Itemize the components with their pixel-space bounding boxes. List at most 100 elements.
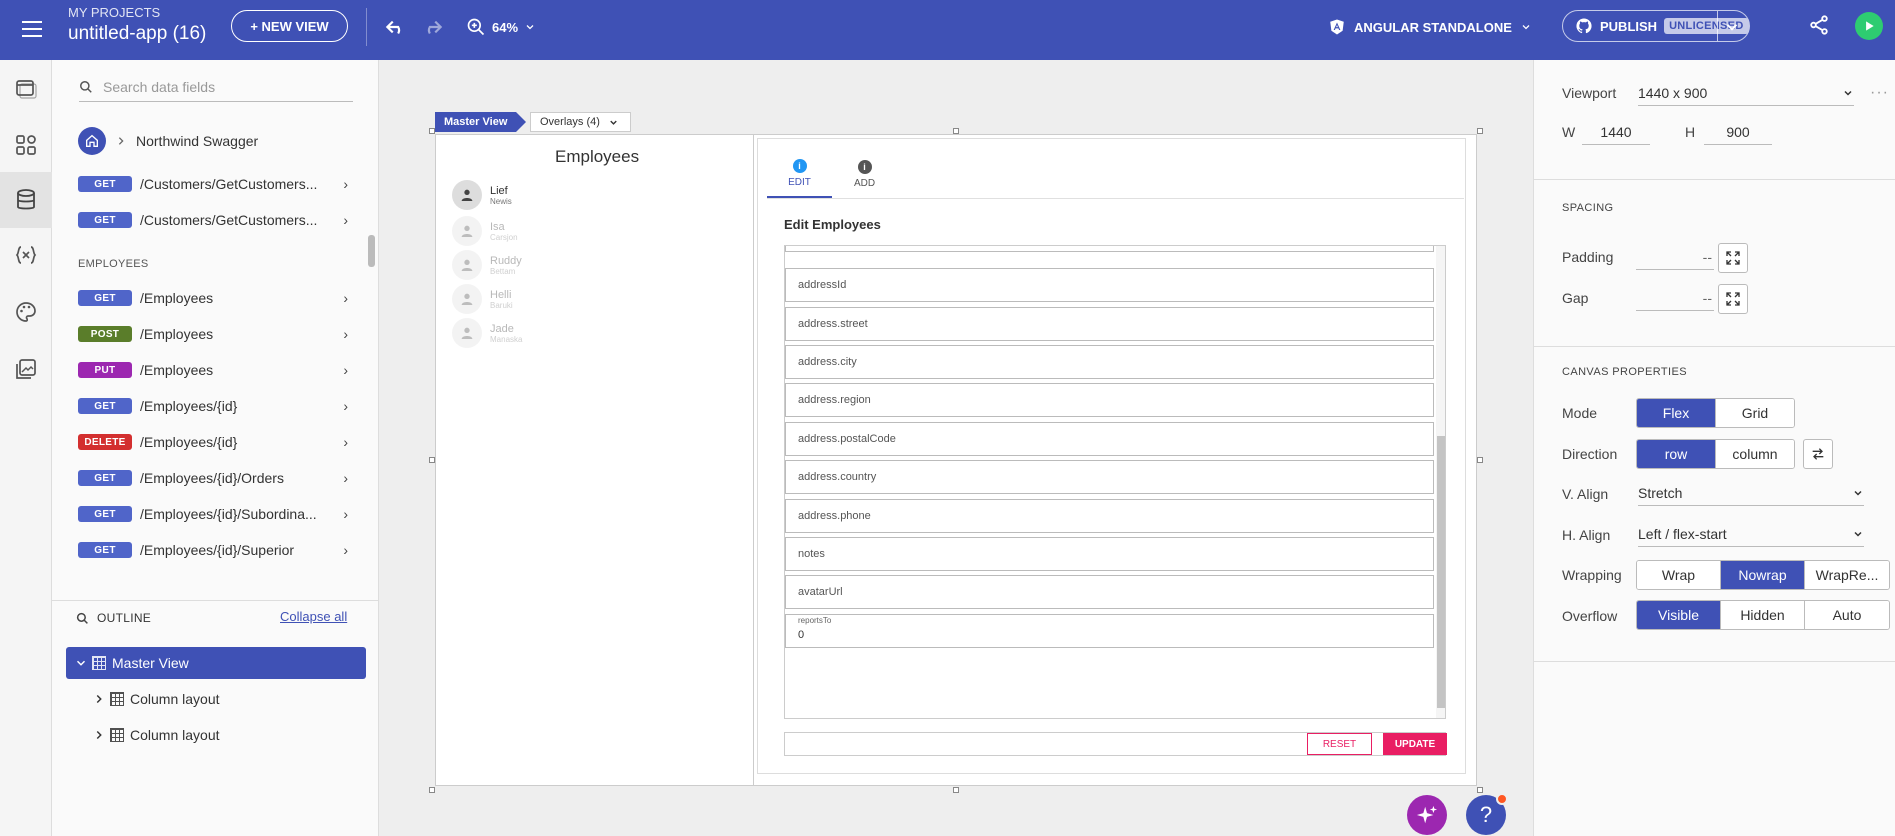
- reset-button[interactable]: RESET: [1307, 733, 1372, 755]
- gap-input[interactable]: --: [1636, 285, 1714, 311]
- resize-handle[interactable]: [953, 787, 959, 793]
- direction-column[interactable]: column: [1716, 440, 1794, 468]
- endpoint-row[interactable]: GET /Customers/GetCustomers... ›: [78, 171, 348, 197]
- form-field-address-region[interactable]: address.region: [785, 383, 1434, 417]
- form-field-avatarurl[interactable]: avatarUrl: [785, 575, 1434, 609]
- endpoint-row[interactable]: GET /Employees ›: [78, 285, 348, 311]
- form-field-address-street[interactable]: address.street: [785, 307, 1434, 341]
- chevron-right-icon[interactable]: [92, 728, 106, 742]
- wrapping-wrap[interactable]: Wrap: [1637, 561, 1721, 589]
- halign-select[interactable]: Left / flex-start: [1638, 521, 1864, 547]
- resize-handle[interactable]: [429, 787, 435, 793]
- wrapping-nowrap[interactable]: Nowrap: [1721, 561, 1805, 589]
- endpoint-row[interactable]: GET /Employees/{id} ›: [78, 393, 348, 419]
- new-view-button[interactable]: + NEW VIEW: [231, 10, 348, 42]
- data-panel-scrollbar[interactable]: [368, 170, 375, 570]
- publish-button[interactable]: PUBLISH UNLICENSED: [1562, 10, 1750, 42]
- resize-handle[interactable]: [429, 457, 435, 463]
- outline-column-layout[interactable]: Column layout: [66, 719, 366, 751]
- padding-input[interactable]: --: [1636, 244, 1714, 270]
- scrollbar-thumb[interactable]: [1437, 436, 1445, 708]
- resize-handle[interactable]: [429, 128, 435, 134]
- chevron-down-icon[interactable]: [1723, 18, 1741, 36]
- resize-handle[interactable]: [1477, 128, 1483, 134]
- components-icon[interactable]: [11, 130, 41, 160]
- help-button[interactable]: ?: [1466, 793, 1508, 835]
- employee-list-item[interactable]: Ruddy Bettam: [452, 250, 522, 280]
- views-icon[interactable]: [11, 74, 41, 104]
- update-button[interactable]: UPDATE: [1383, 733, 1447, 755]
- overflow-auto[interactable]: Auto: [1805, 601, 1889, 629]
- redo-icon[interactable]: [419, 14, 445, 40]
- endpoint-row[interactable]: DELETE /Employees/{id} ›: [78, 429, 348, 455]
- overlays-tab[interactable]: Overlays (4): [530, 112, 631, 132]
- endpoint-row[interactable]: GET /Customers/GetCustomers... ›: [78, 207, 348, 233]
- chevron-down-icon[interactable]: [74, 656, 88, 670]
- height-input[interactable]: 900: [1704, 119, 1772, 145]
- assets-image-icon[interactable]: [11, 354, 41, 384]
- run-preview-button[interactable]: [1855, 12, 1883, 40]
- employee-list-item[interactable]: Isa Carsjon: [452, 216, 518, 246]
- data-sources-icon[interactable]: [0, 172, 52, 228]
- form-field-notes[interactable]: notes: [785, 537, 1434, 571]
- resize-handle[interactable]: [1477, 457, 1483, 463]
- swap-direction-button[interactable]: [1803, 439, 1833, 469]
- viewport-select[interactable]: 1440 x 900: [1638, 80, 1854, 106]
- scrollbar-thumb[interactable]: [368, 235, 375, 267]
- layout-grid-icon: [110, 728, 124, 742]
- endpoint-row[interactable]: GET /Employees/{id}/Subordina... ›: [78, 501, 348, 527]
- tab-edit[interactable]: i EDIT: [767, 150, 832, 198]
- search-icon[interactable]: [76, 612, 89, 625]
- expand-padding-button[interactable]: [1718, 243, 1748, 273]
- share-icon[interactable]: [1808, 14, 1834, 40]
- collapse-all-link[interactable]: Collapse all: [280, 609, 347, 624]
- form-field[interactable]: [785, 246, 1434, 252]
- overflow-hidden[interactable]: Hidden: [1721, 601, 1805, 629]
- endpoint-row[interactable]: GET /Employees/{id}/Superior ›: [78, 537, 348, 563]
- endpoint-row[interactable]: POST /Employees ›: [78, 321, 348, 347]
- form-field-address-phone[interactable]: address.phone: [785, 499, 1434, 533]
- wrapping-wrapreverse[interactable]: WrapRe...: [1805, 561, 1889, 589]
- chevron-right-icon[interactable]: [92, 692, 106, 706]
- home-icon[interactable]: [78, 127, 106, 155]
- form-field-address-city[interactable]: address.city: [785, 345, 1434, 379]
- form-fields-scrollbar[interactable]: [1436, 246, 1445, 718]
- form-field-addressid[interactable]: addressId: [785, 268, 1434, 302]
- ai-assistant-button[interactable]: [1407, 795, 1447, 835]
- expand-gap-button[interactable]: [1718, 284, 1748, 314]
- valign-select[interactable]: Stretch: [1638, 480, 1864, 506]
- breadcrumb-datasource[interactable]: Northwind Swagger: [136, 133, 258, 149]
- more-options-icon[interactable]: ···: [1870, 84, 1889, 102]
- employee-list-item[interactable]: Lief Newis: [452, 180, 512, 210]
- endpoint-row[interactable]: GET /Employees/{id}/Orders ›: [78, 465, 348, 491]
- form-field-reportsto[interactable]: reportsTo 0: [785, 614, 1434, 648]
- endpoint-row[interactable]: PUT /Employees ›: [78, 357, 348, 383]
- undo-icon[interactable]: [383, 14, 409, 40]
- width-input[interactable]: 1440: [1582, 119, 1650, 145]
- outline-master-view[interactable]: Master View: [66, 647, 366, 679]
- resize-handle[interactable]: [1477, 787, 1483, 793]
- tab-add[interactable]: i ADD: [832, 150, 897, 198]
- employee-list-item[interactable]: Jade Manaska: [452, 318, 522, 348]
- master-view-tab[interactable]: Master View: [435, 112, 527, 132]
- mode-grid[interactable]: Grid: [1716, 399, 1794, 427]
- search-data-fields[interactable]: Search data fields: [79, 72, 353, 102]
- form-field-address-postalcode[interactable]: address.postalCode: [785, 422, 1434, 456]
- mode-flex[interactable]: Flex: [1637, 399, 1716, 427]
- variables-icon[interactable]: [11, 240, 41, 270]
- outline-column-layout[interactable]: Column layout: [66, 683, 366, 715]
- framework-selector[interactable]: ANGULAR STANDALONE: [1328, 14, 1532, 40]
- direction-row[interactable]: row: [1637, 440, 1716, 468]
- hamburger-menu-icon[interactable]: [18, 15, 46, 43]
- form-fields-scroll-area[interactable]: addressId address.street address.city ad…: [784, 245, 1446, 719]
- project-name[interactable]: untitled-app (16): [68, 23, 206, 45]
- resize-handle[interactable]: [953, 128, 959, 134]
- overflow-visible[interactable]: Visible: [1637, 601, 1721, 629]
- projects-label[interactable]: MY PROJECTS: [68, 5, 160, 20]
- employee-subtitle: Bettam: [490, 266, 516, 276]
- form-field-address-country[interactable]: address.country: [785, 460, 1434, 494]
- play-icon: [1866, 21, 1874, 31]
- theme-palette-icon[interactable]: [11, 297, 41, 327]
- zoom-control[interactable]: 64%: [466, 14, 536, 40]
- employee-list-item[interactable]: Helli Baruki: [452, 284, 513, 314]
